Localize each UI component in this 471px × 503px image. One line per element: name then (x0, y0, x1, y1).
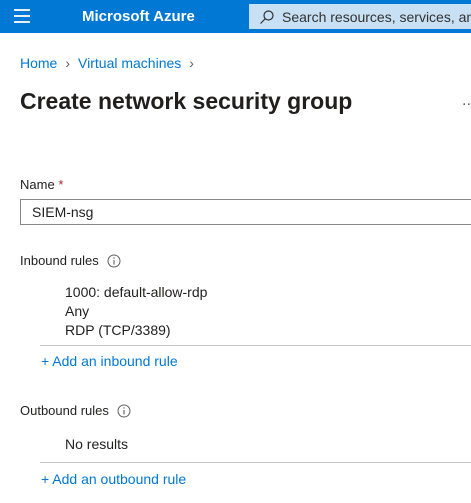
outbound-empty-state: No results (65, 436, 129, 452)
top-nav-bar: Microsoft Azure (0, 0, 471, 33)
global-search-box[interactable] (249, 4, 471, 29)
add-inbound-rule-link[interactable]: + Add an inbound rule (41, 353, 178, 369)
inbound-rules-label: Inbound rules (20, 253, 121, 268)
name-label-text: Name (20, 177, 55, 192)
outbound-rules-label: Outbound rules (20, 403, 131, 418)
breadcrumb-virtual-machines[interactable]: Virtual machines (78, 55, 181, 71)
brand-title[interactable]: Microsoft Azure (82, 8, 195, 25)
name-input[interactable] (20, 199, 471, 225)
chevron-right-icon: › (189, 55, 194, 71)
add-outbound-rule-link[interactable]: + Add an outbound rule (41, 471, 186, 487)
required-asterisk: * (58, 177, 64, 192)
inbound-rule-service: RDP (TCP/3389) (65, 322, 171, 338)
info-icon[interactable] (107, 254, 121, 268)
page-title: Create network security group (20, 88, 353, 114)
search-input[interactable] (282, 8, 471, 25)
more-options-icon[interactable]: ... (462, 92, 471, 110)
outbound-divider (40, 462, 471, 463)
hamburger-menu-icon[interactable] (14, 9, 30, 23)
inbound-rules-text: Inbound rules (20, 253, 99, 268)
inbound-rule-name: 1000: default-allow-rdp (65, 284, 208, 300)
breadcrumb-home[interactable]: Home (20, 55, 57, 71)
breadcrumb: Home › Virtual machines › (20, 55, 202, 71)
chevron-right-icon: › (65, 55, 71, 71)
outbound-rules-text: Outbound rules (20, 403, 109, 418)
search-icon (260, 9, 274, 24)
name-field-label: Name * (20, 177, 63, 192)
info-icon[interactable] (117, 404, 131, 418)
inbound-divider (40, 345, 471, 346)
inbound-rule-source: Any (65, 303, 90, 319)
